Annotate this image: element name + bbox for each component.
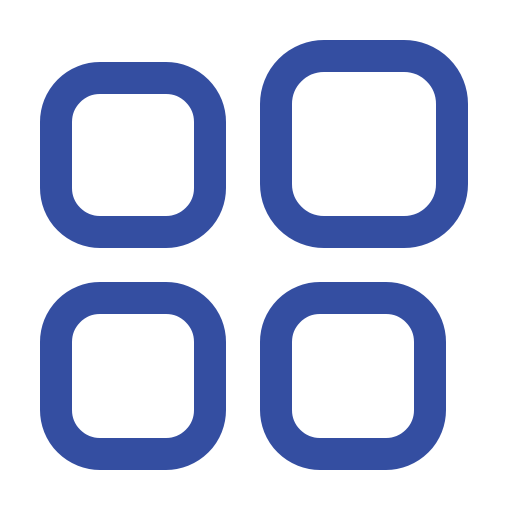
app-grid-icon bbox=[40, 40, 468, 470]
tile-bottom-left-icon bbox=[40, 282, 226, 470]
tile-top-right-icon bbox=[260, 40, 468, 248]
tile-bottom-right-icon bbox=[260, 282, 446, 470]
tile-top-left-icon bbox=[40, 62, 226, 248]
icon-canvas bbox=[0, 0, 512, 512]
